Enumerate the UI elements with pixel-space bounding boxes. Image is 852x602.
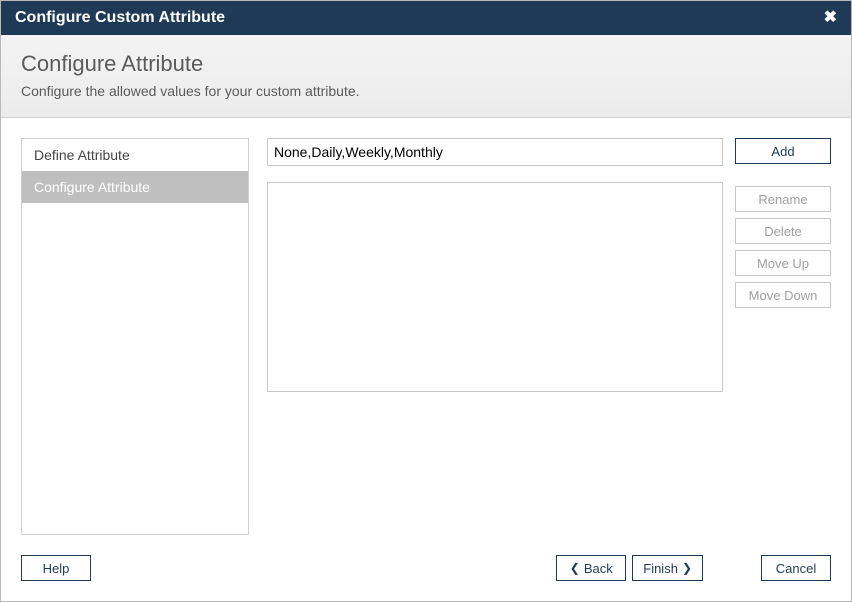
page-description: Configure the allowed values for your cu…: [21, 83, 831, 99]
values-listbox[interactable]: [267, 182, 723, 392]
body-section: Define Attribute Configure Attribute Add…: [1, 118, 851, 555]
sidebar-item-label: Configure Attribute: [34, 179, 150, 195]
sidebar-item-define-attribute[interactable]: Define Attribute: [22, 139, 248, 171]
add-button[interactable]: Add: [735, 138, 831, 164]
rename-button[interactable]: Rename: [735, 186, 831, 212]
spacer: [735, 170, 831, 180]
chevron-right-icon: ❯: [682, 561, 692, 575]
delete-button[interactable]: Delete: [735, 218, 831, 244]
page-title: Configure Attribute: [21, 51, 831, 77]
sidebar: Define Attribute Configure Attribute: [21, 138, 249, 535]
sidebar-item-label: Define Attribute: [34, 147, 130, 163]
close-icon[interactable]: ✖: [824, 10, 837, 26]
titlebar: Configure Custom Attribute ✖: [1, 1, 851, 35]
value-input[interactable]: [267, 138, 723, 166]
dialog: Configure Custom Attribute ✖ Configure A…: [0, 0, 852, 602]
back-button-label: Back: [584, 561, 613, 576]
sidebar-item-configure-attribute[interactable]: Configure Attribute: [22, 171, 248, 203]
nav-button-group: ❮ Back Finish ❯: [556, 555, 703, 581]
main-area: Add Rename Delete Move Up Move Down: [267, 138, 831, 535]
center-column: [267, 138, 723, 392]
footer: Help ❮ Back Finish ❯ Cancel: [1, 555, 851, 601]
help-button[interactable]: Help: [21, 555, 91, 581]
right-column: Add Rename Delete Move Up Move Down: [735, 138, 831, 308]
move-down-button[interactable]: Move Down: [735, 282, 831, 308]
finish-button[interactable]: Finish ❯: [632, 555, 703, 581]
cancel-button[interactable]: Cancel: [761, 555, 831, 581]
chevron-left-icon: ❮: [570, 561, 580, 575]
finish-button-label: Finish: [643, 561, 678, 576]
back-button[interactable]: ❮ Back: [556, 555, 626, 581]
dialog-title: Configure Custom Attribute: [15, 9, 225, 27]
footer-right: ❮ Back Finish ❯ Cancel: [556, 555, 831, 581]
move-up-button[interactable]: Move Up: [735, 250, 831, 276]
header-section: Configure Attribute Configure the allowe…: [1, 35, 851, 118]
